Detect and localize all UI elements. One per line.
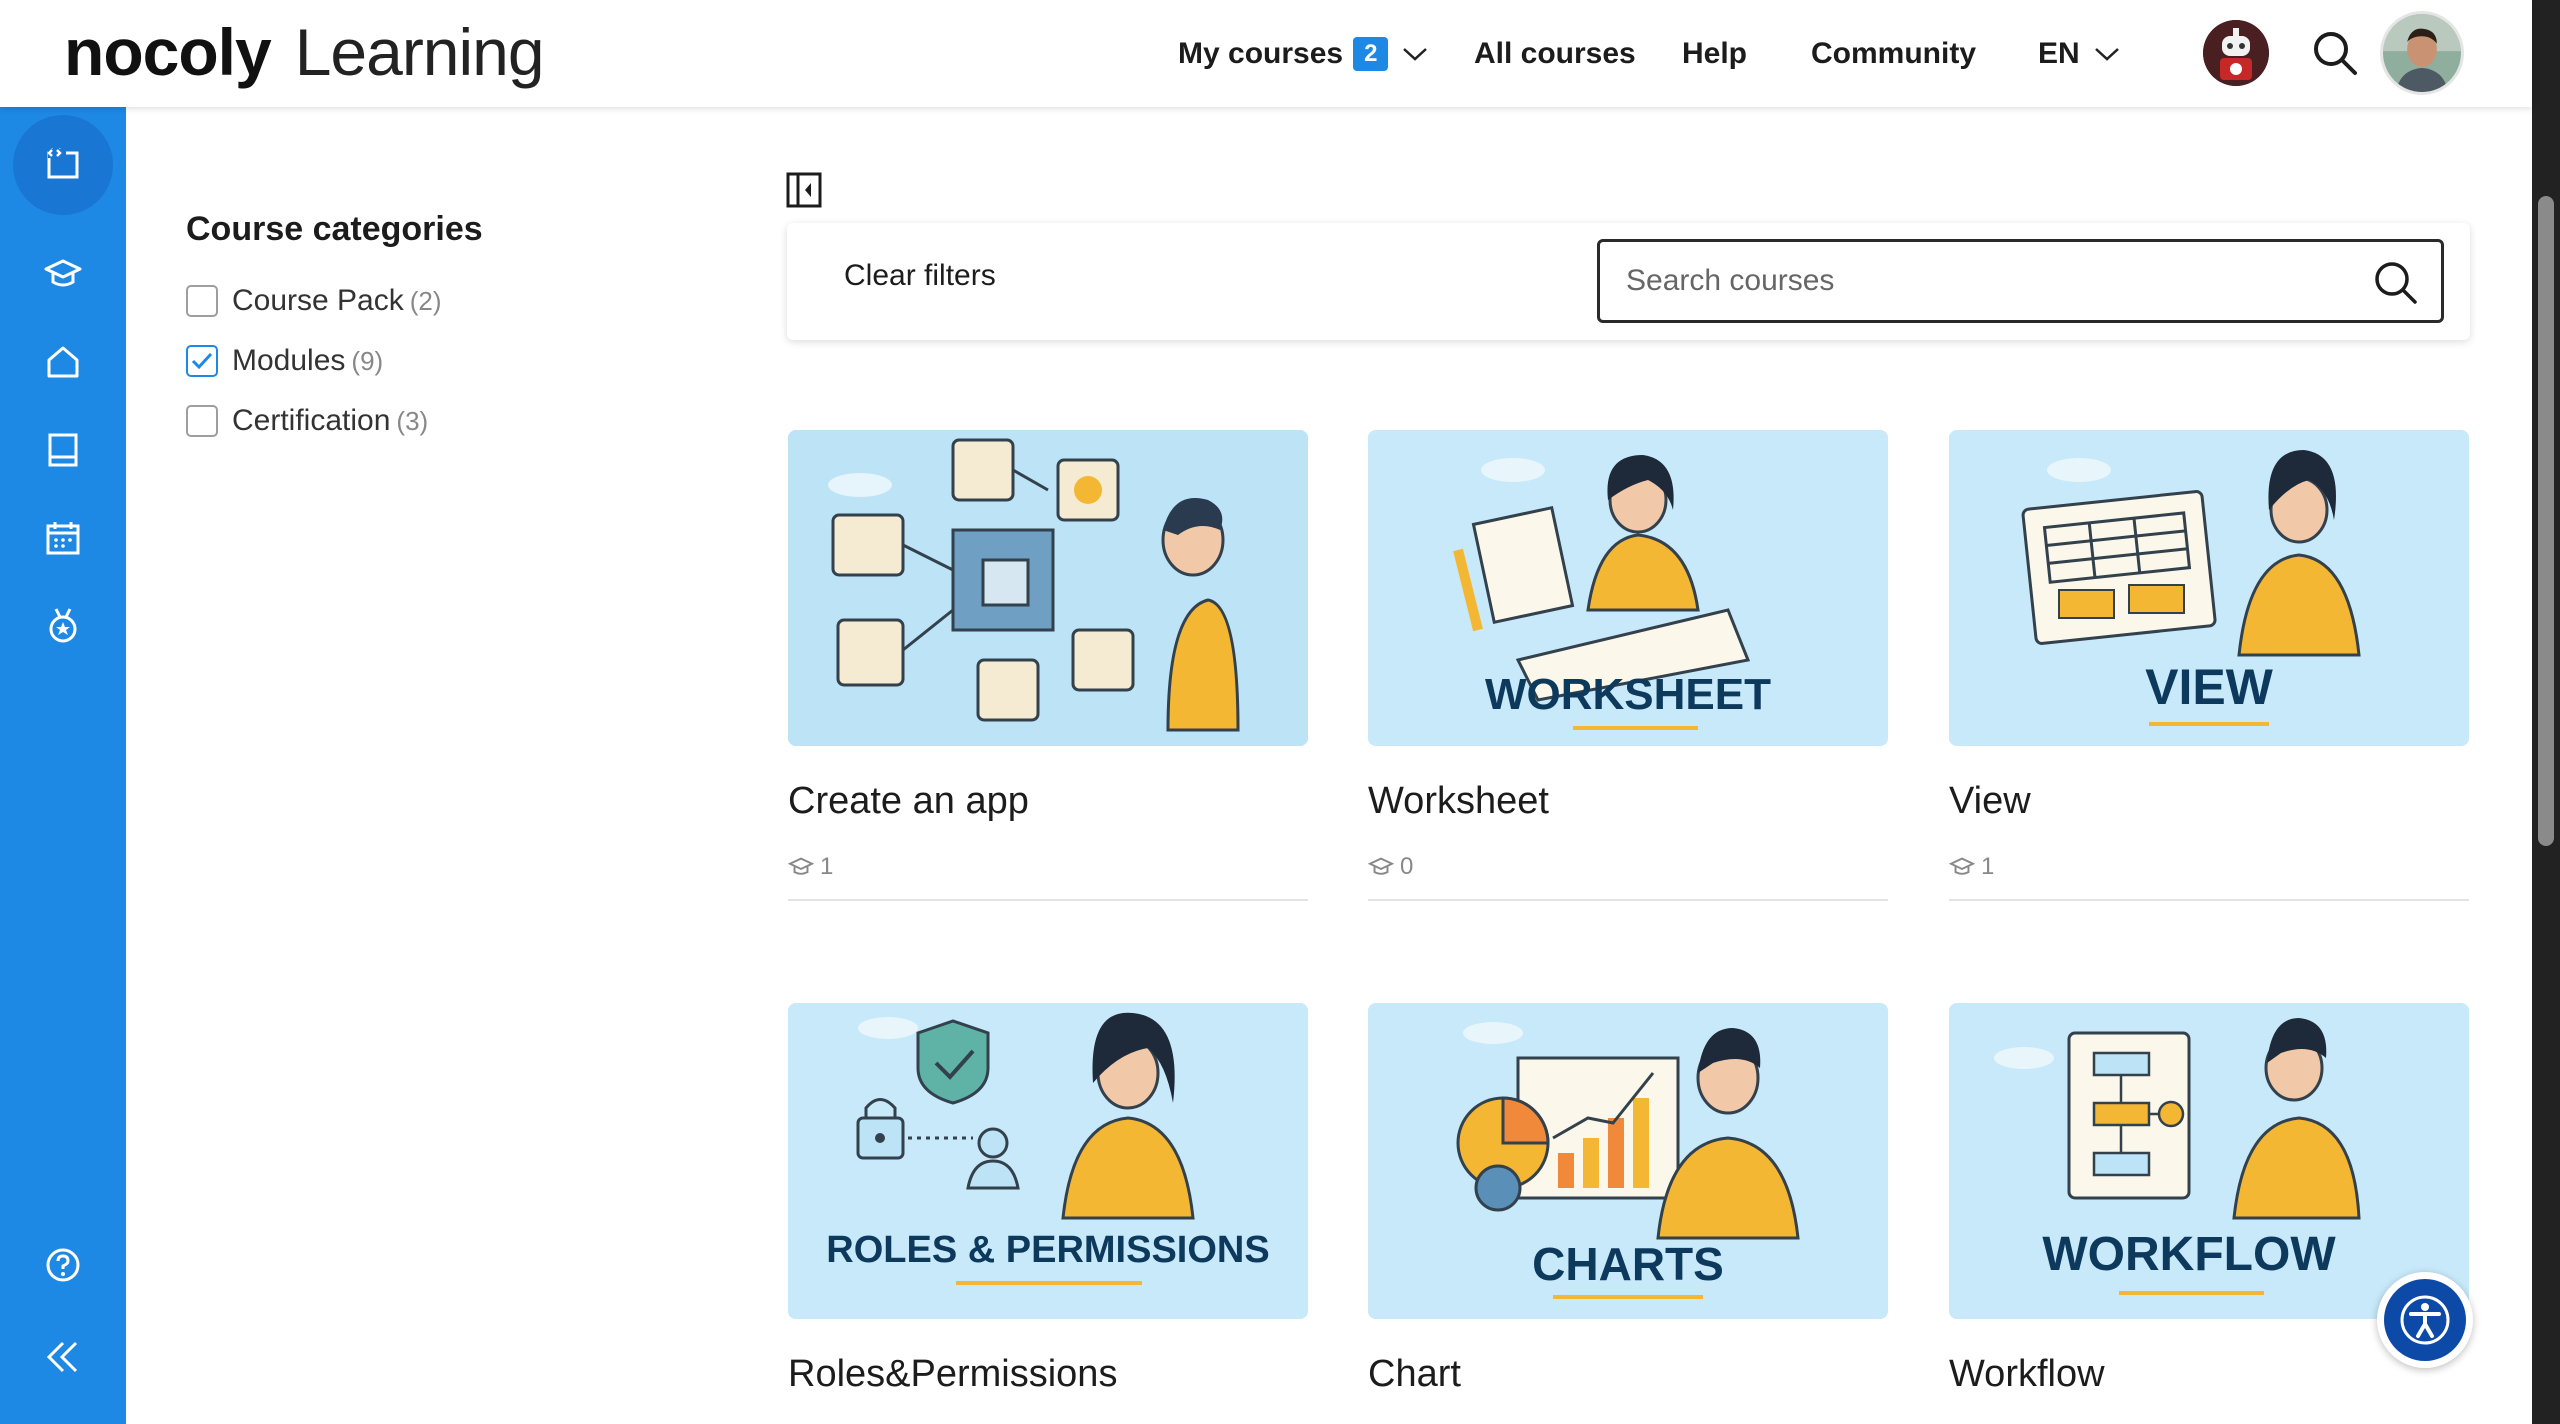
brand-name: nocoly [64, 15, 272, 89]
course-card-worksheet[interactable]: WORKSHEET Worksheet 0 [1368, 430, 1888, 901]
home-icon [47, 346, 79, 378]
left-sidebar [0, 107, 126, 1424]
category-certification[interactable]: Certification (3) [186, 391, 483, 451]
nav-help[interactable]: Help [1682, 0, 1747, 107]
banner-text: ROLES & PERMISSIONS [826, 1229, 1270, 1271]
graduation-cap-icon [44, 259, 82, 287]
graduation-cap-icon [1949, 857, 1975, 875]
course-title: Roles&Permissions [788, 1353, 1118, 1395]
course-card-roles-permissions[interactable]: ROLES & PERMISSIONS Roles&Permissions [788, 1003, 1308, 1396]
nav-my-courses[interactable]: My courses 2 [1178, 0, 1428, 107]
banner-text: VIEW [2145, 659, 2273, 715]
my-courses-count-badge: 2 [1353, 36, 1389, 71]
search-icon[interactable] [2373, 260, 2419, 306]
page-scrollbar[interactable] [2532, 0, 2560, 1424]
card-divider [1949, 899, 2469, 901]
category-label: Course Pack [232, 284, 404, 317]
checkbox-checked[interactable] [186, 345, 218, 377]
sidebar-item-catalog[interactable] [13, 115, 113, 215]
medal-icon [49, 608, 77, 643]
sidebar-collapse-button[interactable] [13, 1307, 113, 1407]
search-icon[interactable] [2300, 18, 2370, 88]
banner-underline [2149, 722, 2269, 726]
sidebar-toggle-icon[interactable] [786, 172, 822, 208]
course-thumbnail: CHARTS [1368, 1003, 1888, 1319]
filter-panel-title: Course categories [186, 210, 483, 248]
card-divider [1368, 899, 1888, 901]
course-students: 1 [788, 853, 1308, 881]
accessibility-icon [2384, 1279, 2466, 1361]
category-count: (3) [396, 405, 429, 436]
scrollbar-thumb[interactable] [2538, 196, 2554, 846]
course-thumbnail: WORKFLOW [1949, 1003, 2469, 1319]
course-students: 1 [1949, 853, 2469, 881]
category-modules[interactable]: Modules (9) [186, 331, 483, 391]
course-thumbnail: WORKSHEET [1368, 430, 1888, 746]
nav-my-courses-label: My courses [1178, 36, 1344, 70]
course-thumbnail [788, 430, 1308, 746]
card-divider [788, 899, 1308, 901]
nav-all-courses[interactable]: All courses [1474, 0, 1636, 107]
checkbox[interactable] [186, 405, 218, 437]
category-count: (9) [351, 345, 384, 376]
course-students: 0 [1368, 853, 1888, 881]
search-box [1597, 239, 2444, 323]
course-title: Workflow [1949, 1353, 2105, 1395]
category-label: Certification [232, 404, 391, 437]
book-icon [48, 433, 78, 467]
checkbox[interactable] [186, 285, 218, 317]
search-input[interactable] [1626, 256, 2326, 306]
category-filter-panel: Course categories Course Pack (2) Module… [186, 210, 483, 451]
sidebar-item-library[interactable] [13, 400, 113, 500]
calendar-icon [46, 522, 80, 555]
graduation-cap-icon [1368, 857, 1394, 875]
course-title: Worksheet [1368, 780, 1549, 822]
graduation-cap-icon [788, 857, 814, 875]
category-label: Modules [232, 344, 346, 377]
language-label: EN [2038, 36, 2080, 70]
course-title: Chart [1368, 1353, 1461, 1395]
course-card-create-app[interactable]: Create an app 1 [788, 430, 1308, 901]
course-thumbnail: VIEW [1949, 430, 2469, 746]
banner-underline [1553, 1295, 1703, 1299]
nav-community[interactable]: Community [1811, 0, 1976, 107]
category-count: (2) [409, 285, 442, 316]
sidebar-item-help[interactable] [13, 1215, 113, 1315]
banner-text: WORKFLOW [2042, 1228, 2336, 1281]
course-thumbnail: ROLES & PERMISSIONS [788, 1003, 1308, 1319]
chevron-down-icon [1402, 46, 1428, 62]
accessibility-button[interactable] [2377, 1272, 2473, 1368]
sidebar-item-courses[interactable] [13, 224, 113, 324]
banner-underline [1573, 726, 1698, 730]
course-title: Create an app [788, 780, 1029, 822]
category-course-pack[interactable]: Course Pack (2) [186, 271, 483, 331]
catalog-icon [47, 148, 79, 179]
banner-text: WORKSHEET [1485, 670, 1771, 719]
language-selector[interactable]: EN [2038, 0, 2120, 107]
sidebar-item-calendar[interactable] [13, 488, 113, 588]
banner-text: CHARTS [1532, 1238, 1724, 1290]
banner-underline [2119, 1291, 2264, 1295]
chevron-down-icon [2094, 46, 2120, 62]
sidebar-item-achievements[interactable] [13, 576, 113, 676]
student-count: 1 [1981, 853, 1995, 880]
filter-toolbar: Clear filters [787, 223, 2470, 340]
sidebar-item-home[interactable] [13, 312, 113, 412]
student-count: 0 [1400, 853, 1414, 880]
clear-filters-button[interactable]: Clear filters [844, 259, 996, 293]
top-header: nocoly Learning My courses 2 All courses… [0, 0, 2532, 107]
course-card-view[interactable]: VIEW View 1 [1949, 430, 2469, 901]
banner-underline [956, 1281, 1142, 1285]
brand-logo[interactable]: nocoly Learning [64, 12, 545, 92]
student-count: 1 [820, 853, 834, 880]
course-card-chart[interactable]: CHARTS Chart [1368, 1003, 1888, 1396]
course-title: View [1949, 780, 2031, 822]
user-avatar[interactable] [2380, 11, 2464, 95]
collapse-icon [46, 1341, 78, 1373]
help-circle-icon [46, 1248, 80, 1282]
brand-subtitle: Learning [294, 15, 545, 89]
check-icon [191, 352, 213, 370]
assistant-bot-avatar[interactable] [2203, 20, 2269, 86]
